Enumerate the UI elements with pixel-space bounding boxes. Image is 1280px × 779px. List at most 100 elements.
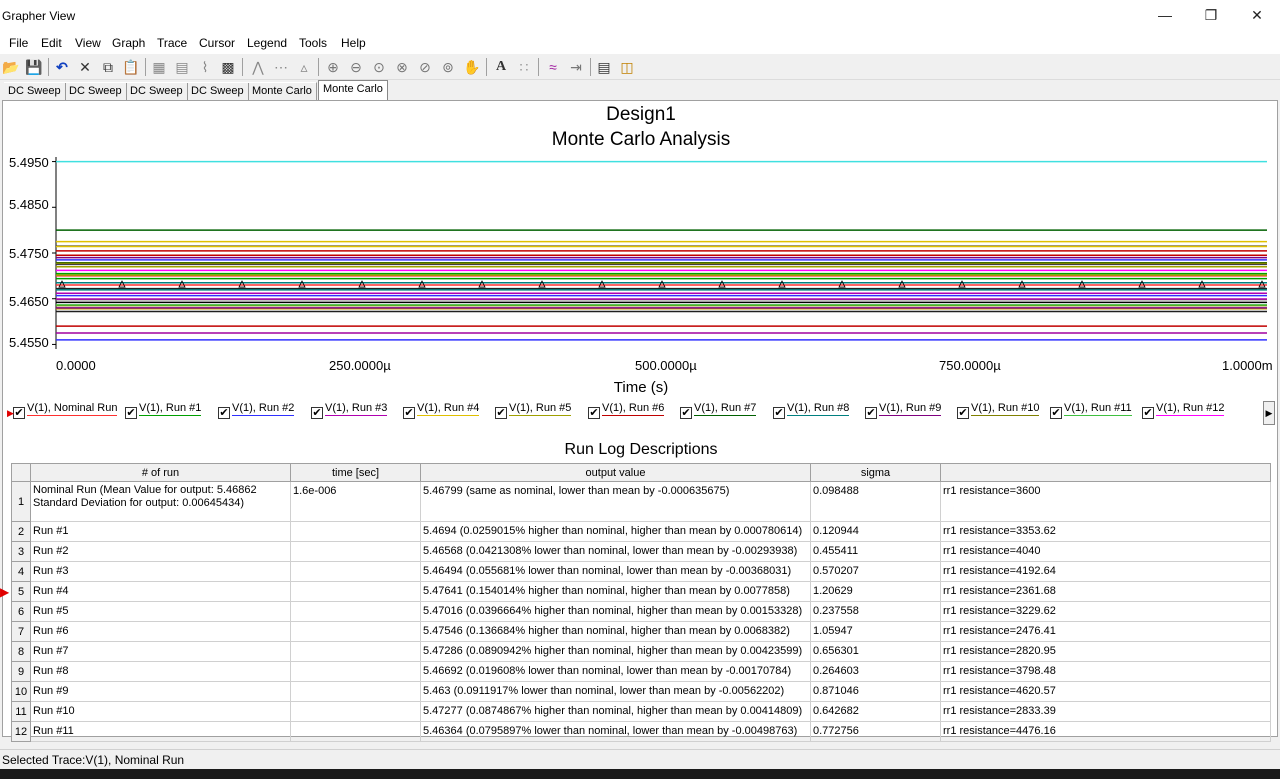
time-cell[interactable] (290, 601, 421, 622)
run-cell[interactable]: Run #2 (30, 541, 291, 562)
table-row[interactable]: 1 Nominal Run (Mean Value for output: 5.4… (11, 481, 1271, 522)
properties-icon[interactable]: ▤ (594, 57, 614, 77)
table-row[interactable]: 8 Run #7 5.47286 (0.0890942% higher than n… (11, 641, 1271, 662)
run-cell[interactable]: Run #4 (30, 581, 291, 602)
output-value-cell[interactable]: 5.46364 (0.0795897% lower than nominal, … (420, 721, 811, 742)
legend-checkbox[interactable]: ✔ (218, 407, 230, 419)
sigma-cell[interactable]: 0.642682 (810, 701, 941, 722)
column-header-output[interactable]: output value (420, 463, 811, 482)
pan-icon[interactable]: ✋ (462, 57, 482, 77)
legend-checkbox[interactable]: ✔ (13, 407, 25, 419)
run-cell[interactable]: Nominal Run (Mean Value for output: 5.46… (30, 481, 291, 522)
sigma-cell[interactable]: 0.120944 (810, 521, 941, 542)
row-number[interactable]: 4 (11, 561, 31, 582)
legend-checkbox[interactable]: ✔ (125, 407, 137, 419)
paste-icon[interactable]: 📋 (121, 57, 141, 77)
output-value-cell[interactable]: 5.46494 (0.055681% lower than nominal, l… (420, 561, 811, 582)
table-row[interactable]: 7 Run #6 5.47546 (0.136684% higher than no… (11, 621, 1271, 642)
legend-checkbox[interactable]: ✔ (495, 407, 507, 419)
row-number[interactable]: 2 (11, 521, 31, 542)
copy-icon[interactable]: ⧉ (98, 57, 118, 77)
parameter-cell[interactable]: rr1 resistance=3353.62 (940, 521, 1271, 542)
tab-monte-carlo-1[interactable]: Monte Carlo (248, 82, 317, 100)
fine-grid-icon[interactable]: ▤ (172, 57, 192, 77)
parameter-cell[interactable]: rr1 resistance=3600 (940, 481, 1271, 522)
table-row[interactable]: 3 Run #2 5.46568 (0.0421308% lower than no… (11, 541, 1271, 562)
output-value-cell[interactable]: 5.46568 (0.0421308% lower than nominal, … (420, 541, 811, 562)
time-cell[interactable] (290, 581, 421, 602)
table-row[interactable]: 6 Run #5 5.47016 (0.0396664% higher than n… (11, 601, 1271, 622)
table-row[interactable]: 9 Run #8 5.46692 (0.019608% lower than nom… (11, 661, 1271, 682)
run-cell[interactable]: Run #11 (30, 721, 291, 742)
menu-help[interactable]: Help (341, 36, 366, 50)
row-number[interactable]: 11 (11, 701, 31, 722)
menu-file[interactable]: File (9, 36, 28, 50)
zoom-full-icon[interactable]: ⊚ (438, 57, 458, 77)
sigma-cell[interactable]: 0.455411 (810, 541, 941, 562)
table-row[interactable]: 2 Run #1 5.4694 (0.0259015% higher than no… (11, 521, 1271, 542)
output-value-cell[interactable]: 5.47277 (0.0874867% higher than nominal,… (420, 701, 811, 722)
legend-checkbox[interactable]: ✔ (957, 407, 969, 419)
table-row[interactable]: 10 Run #9 5.463 (0.0911917% lower than nom… (11, 681, 1271, 702)
row-number[interactable]: 12 (11, 721, 31, 742)
row-number[interactable]: 6 (11, 601, 31, 622)
export-icon[interactable]: ⇥ (566, 57, 586, 77)
reverse-colors-icon[interactable]: ▩ (218, 57, 238, 77)
output-value-cell[interactable]: 5.463 (0.0911917% lower than nominal, lo… (420, 681, 811, 702)
tab-monte-carlo-2[interactable]: Monte Carlo (318, 80, 388, 100)
legend-checkbox[interactable]: ✔ (865, 407, 877, 419)
run-cell[interactable]: Run #8 (30, 661, 291, 682)
column-header-time[interactable]: time [sec] (290, 463, 421, 482)
run-cell[interactable]: Run #7 (30, 641, 291, 662)
parameter-cell[interactable]: rr1 resistance=3798.48 (940, 661, 1271, 682)
sigma-cell[interactable]: 1.05947 (810, 621, 941, 642)
maximize-button[interactable]: ❐ (1188, 0, 1234, 32)
parameter-cell[interactable]: rr1 resistance=4620.57 (940, 681, 1271, 702)
parameter-cell[interactable]: rr1 resistance=4476.16 (940, 721, 1271, 742)
parameter-cell[interactable]: rr1 resistance=2476.41 (940, 621, 1271, 642)
menu-view[interactable]: View (75, 36, 101, 50)
tab-dc-sweep-3[interactable]: DC Sweep (126, 82, 188, 100)
zoom-in-icon[interactable]: ⊕ (323, 57, 343, 77)
sigma-cell[interactable]: 1.20629 (810, 581, 941, 602)
legend-checkbox[interactable]: ✔ (588, 407, 600, 419)
undo-icon[interactable]: ↶ (52, 57, 72, 77)
time-cell[interactable] (290, 541, 421, 562)
log-axes-icon[interactable]: ⌇ (195, 57, 215, 77)
zoom-fit-icon[interactable]: ⊙ (369, 57, 389, 77)
menu-edit[interactable]: Edit (41, 36, 62, 50)
time-cell[interactable]: 1.6e-006 (290, 481, 421, 522)
parameter-cell[interactable]: rr1 resistance=4040 (940, 541, 1271, 562)
output-value-cell[interactable]: 5.46692 (0.019608% lower than nominal, l… (420, 661, 811, 682)
parameter-cell[interactable]: rr1 resistance=3229.62 (940, 601, 1271, 622)
tab-dc-sweep-1[interactable]: DC Sweep (4, 82, 66, 100)
time-cell[interactable] (290, 661, 421, 682)
time-cell[interactable] (290, 721, 421, 742)
run-cell[interactable]: Run #9 (30, 681, 291, 702)
row-number[interactable]: 7 (11, 621, 31, 642)
menu-trace[interactable]: Trace (157, 36, 187, 50)
overlay-icon[interactable]: ≈ (543, 57, 563, 77)
menu-tools[interactable]: Tools (299, 36, 327, 50)
trace-markers-icon[interactable]: ▵ (294, 57, 314, 77)
row-number[interactable]: 1 (11, 481, 31, 522)
print-icon[interactable]: ◫ (617, 57, 637, 77)
time-cell[interactable] (290, 701, 421, 722)
legend-checkbox[interactable]: ✔ (680, 407, 692, 419)
column-header-parameters[interactable] (940, 463, 1271, 482)
run-cell[interactable]: Run #3 (30, 561, 291, 582)
parameter-cell[interactable]: rr1 resistance=4192.64 (940, 561, 1271, 582)
time-cell[interactable] (290, 641, 421, 662)
sigma-cell[interactable]: 0.098488 (810, 481, 941, 522)
output-value-cell[interactable]: 5.46799 (same as nominal, lower than mea… (420, 481, 811, 522)
time-cell[interactable] (290, 521, 421, 542)
row-number[interactable]: 3 (11, 541, 31, 562)
run-cell[interactable]: Run #5 (30, 601, 291, 622)
parameter-cell[interactable]: rr1 resistance=2820.95 (940, 641, 1271, 662)
time-cell[interactable] (290, 561, 421, 582)
legend-scroll-right-button[interactable]: ▶ (1263, 401, 1275, 425)
trace-line-icon[interactable]: ⋀ (248, 57, 268, 77)
sigma-cell[interactable]: 0.237558 (810, 601, 941, 622)
run-cell[interactable]: Run #1 (30, 521, 291, 542)
sigma-cell[interactable]: 0.656301 (810, 641, 941, 662)
